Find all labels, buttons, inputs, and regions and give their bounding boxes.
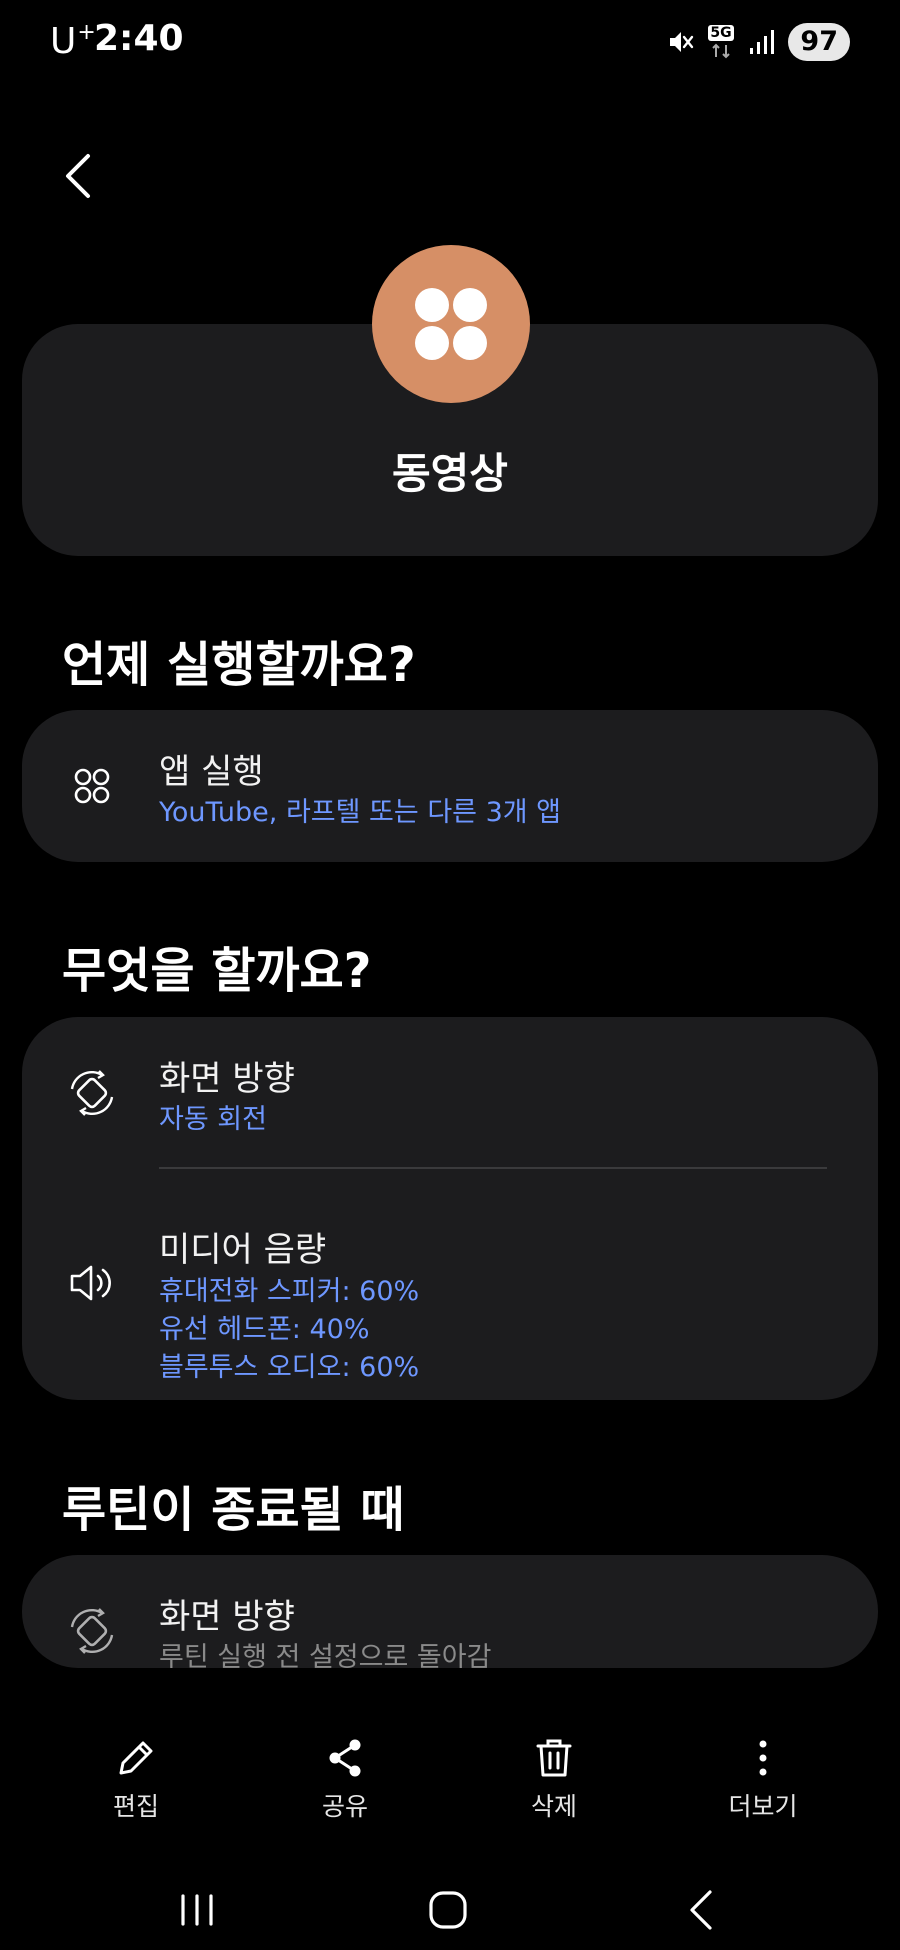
back-button[interactable] [56,148,100,204]
signal-icon [750,30,775,54]
routine-icon[interactable] [372,245,530,403]
section-title-end: 루틴이 종료될 때 [62,1482,405,1538]
end-screen-orientation[interactable]: 화면 방향 루틴 실행 전 설정으로 돌아감 [22,1555,878,1668]
more-button[interactable]: 더보기 [688,1735,838,1823]
action-media-volume[interactable]: 미디어 음량 휴대전화 스피커: 60% 유선 헤드폰: 40% 블루투스 오디… [22,1169,878,1400]
status-bar: U+ 2:40 5G 97 [0,0,900,84]
chevron-left-icon [66,154,90,198]
edit-label: 편집 [112,1792,159,1821]
battery-indicator: 97 [788,23,850,61]
action-detail: 휴대전화 스피커: 60% [159,1276,420,1307]
share-icon [329,1739,361,1777]
action-screen-orientation[interactable]: 화면 방향 자동 회전 [22,1017,878,1167]
delete-label: 삭제 [530,1792,577,1821]
status-time: 2:40 [94,18,184,59]
volume-icon [70,1265,111,1301]
trigger-card[interactable]: 앱 실행 YouTube, 라프텔 또는 다른 3개 앱 [22,710,878,862]
carrier-label: U+ [50,20,97,62]
trigger-title: 앱 실행 [159,752,264,792]
dot [453,288,487,322]
action-detail: 블루투스 오디오: 60% [159,1352,420,1383]
dot [415,326,449,360]
network-5g-icon: 5G [708,25,734,59]
apps-icon [74,768,110,804]
trigger-subtitle: YouTube, 라프텔 또는 다른 3개 앱 [159,797,562,828]
nav-back-icon[interactable] [672,1880,732,1940]
end-title: 화면 방향 [159,1597,295,1637]
home-icon[interactable] [418,1880,478,1940]
dot [453,326,487,360]
screen-rotation-icon [70,1070,114,1116]
share-button[interactable]: 공유 [270,1735,420,1823]
share-label: 공유 [321,1792,368,1821]
recent-apps-icon[interactable] [167,1880,227,1940]
action-detail: 자동 회전 [159,1104,267,1135]
scroll-fade [0,1668,900,1728]
end-action-card[interactable]: 화면 방향 루틴 실행 전 설정으로 돌아감 [22,1555,878,1668]
more-vertical-icon [759,1740,767,1776]
mute-icon [670,32,694,52]
pencil-icon [119,1741,153,1775]
actions-card: 화면 방향 자동 회전 미디어 음량 휴대전화 스피커: 60% 유선 헤드폰:… [22,1017,878,1400]
action-title: 화면 방향 [159,1059,295,1099]
more-label: 더보기 [728,1792,798,1821]
trash-icon [536,1739,572,1777]
section-title-when: 언제 실행할까요? [62,637,416,693]
action-title: 미디어 음량 [159,1230,327,1270]
bottom-action-bar: 편집 공유 삭제 더보기 [0,1735,900,1845]
dot [415,288,449,322]
edit-button[interactable]: 편집 [61,1735,211,1823]
trigger-app-launch[interactable]: 앱 실행 YouTube, 라프텔 또는 다른 3개 앱 [22,710,878,862]
action-detail: 유선 헤드폰: 40% [159,1314,370,1345]
status-icons: 5G 97 [666,22,850,62]
delete-button[interactable]: 삭제 [479,1735,629,1823]
screen-rotation-icon [70,1608,114,1654]
system-nav-bar [0,1870,900,1950]
section-title-what: 무엇을 할까요? [62,943,372,999]
end-subtitle: 루틴 실행 전 설정으로 돌아감 [159,1642,492,1668]
routine-title: 동영상 [392,449,508,498]
